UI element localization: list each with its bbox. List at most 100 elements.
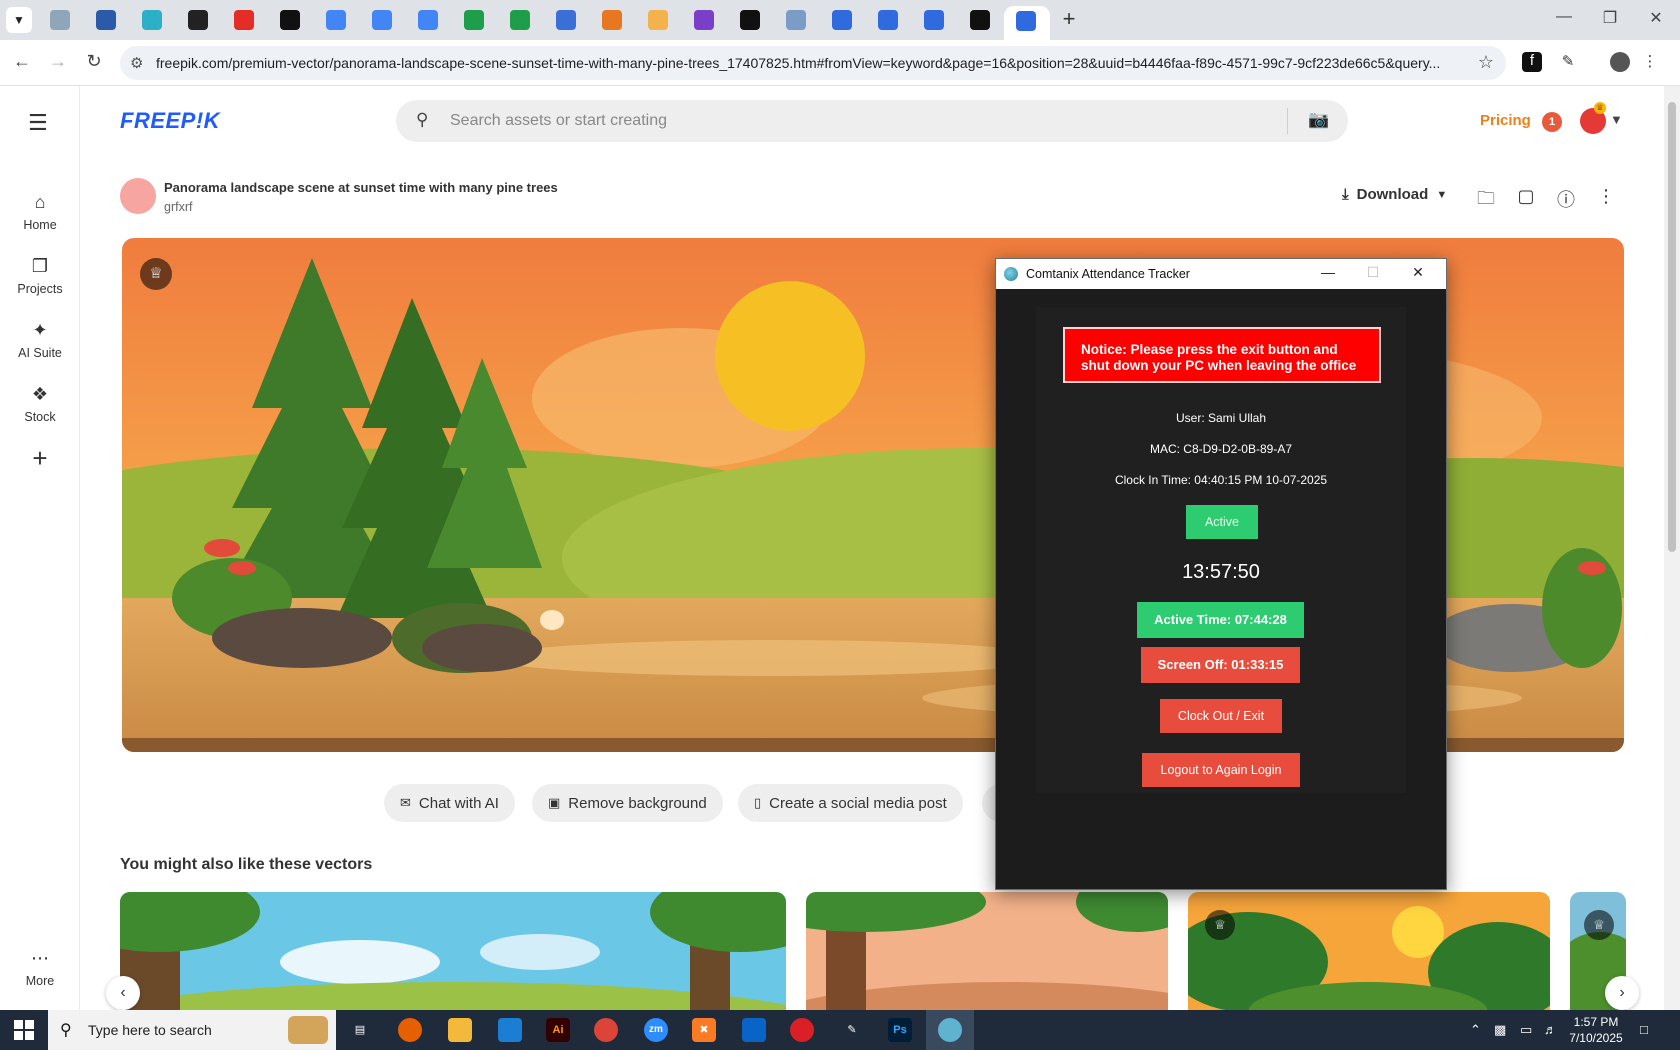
tab-favicon-icon[interactable] — [740, 10, 760, 30]
extensions-puzzle-icon[interactable]: ✎ — [1558, 52, 1578, 72]
search-input[interactable] — [450, 108, 1250, 134]
taskbar-clock[interactable]: 1:57 PM 7/10/2025 — [1566, 1014, 1626, 1046]
site-info-icon[interactable]: ⚙ — [130, 54, 143, 72]
extension-f-icon[interactable]: f — [1522, 52, 1542, 72]
camera-icon[interactable]: 📷 — [1308, 110, 1329, 130]
tab-favicon-icon[interactable] — [188, 10, 208, 30]
zoom-icon[interactable]: zm — [644, 1018, 668, 1042]
tab-search-chevron-icon[interactable]: ▼ — [6, 7, 32, 33]
tab-favicon-icon[interactable] — [832, 10, 852, 30]
chip-label: Create a social media post — [769, 794, 947, 812]
tracker-titlebar[interactable]: Comtanix Attendance Tracker — ☐ ✕ — [996, 259, 1446, 289]
tab-favicon-icon[interactable] — [878, 10, 898, 30]
recommendation-card[interactable] — [1188, 892, 1550, 1010]
new-tab-icon[interactable]: + — [1056, 6, 1082, 34]
tab-favicon-icon[interactable] — [372, 10, 392, 30]
recommendation-card[interactable] — [120, 892, 786, 1010]
reload-icon[interactable]: ↻ — [82, 51, 106, 72]
task-view-icon[interactable]: ▤ — [348, 1018, 372, 1042]
tab-favicon-icon[interactable] — [694, 10, 714, 30]
url-text[interactable]: freepik.com/premium-vector/panorama-land… — [156, 55, 1476, 71]
add-icon[interactable]: + — [20, 438, 60, 478]
chat-icon: ✉ — [400, 795, 411, 810]
chat-with-ai-button[interactable]: ✉ Chat with AI — [384, 784, 515, 822]
carousel-prev-icon[interactable]: ‹ — [106, 976, 140, 1010]
tray-chevron-up-icon[interactable]: ⌃ — [1470, 1022, 1481, 1038]
notifications-icon[interactable]: □ — [1640, 1022, 1648, 1037]
forward-icon[interactable]: → — [46, 51, 70, 72]
creative-cloud-icon[interactable] — [790, 1018, 814, 1042]
author-avatar[interactable] — [120, 178, 156, 214]
freepik-logo[interactable]: FREEP!K — [120, 108, 220, 134]
vscode-icon[interactable] — [498, 1018, 522, 1042]
volume-icon[interactable]: ♬ — [1544, 1022, 1557, 1037]
address-bar[interactable]: ⚙ freepik.com/premium-vector/panorama-la… — [120, 46, 1506, 80]
bookmark-star-icon[interactable]: ☆ — [1478, 52, 1494, 73]
tab-favicon-icon[interactable] — [234, 10, 254, 30]
chevron-down-icon[interactable]: ▼ — [1610, 112, 1623, 127]
restore-icon[interactable]: ❐ — [1590, 8, 1630, 28]
file-explorer-icon[interactable] — [448, 1018, 472, 1042]
nav-home[interactable]: ⌂ Home — [0, 192, 80, 232]
tab-favicon-icon[interactable] — [510, 10, 530, 30]
tab-favicon-icon[interactable] — [326, 10, 346, 30]
remove-background-button[interactable]: ▣ Remove background — [532, 784, 723, 822]
pricing-link[interactable]: Pricing — [1480, 112, 1531, 129]
more-options-icon[interactable]: ⋮ — [1594, 186, 1618, 207]
tab-favicon-icon[interactable] — [280, 10, 300, 30]
notification-badge[interactable]: 1 — [1542, 112, 1562, 132]
tab-favicon-icon[interactable] — [556, 10, 576, 30]
close-icon[interactable]: ✕ — [1396, 264, 1440, 281]
page-scrollbar[interactable] — [1664, 86, 1680, 1010]
tab-favicon-icon[interactable] — [142, 10, 162, 30]
recommendation-card[interactable] — [806, 892, 1168, 1010]
tab-favicon-icon[interactable] — [418, 10, 438, 30]
xampp-icon[interactable]: ✖ — [692, 1018, 716, 1042]
firefox-icon[interactable] — [398, 1018, 422, 1042]
chrome-menu-icon[interactable]: ⋮ — [1640, 52, 1660, 72]
taskbar-search[interactable]: ⚲ Type here to search — [48, 1010, 336, 1050]
profile-avatar-icon[interactable] — [1610, 52, 1630, 72]
nav-stock[interactable]: ❖ Stock — [0, 384, 80, 424]
close-window-icon[interactable]: ✕ — [1636, 8, 1676, 28]
windows-start-icon[interactable] — [14, 1020, 34, 1040]
info-icon[interactable]: ⓘ — [1554, 186, 1578, 212]
nav-more[interactable]: ⋯ More — [0, 948, 80, 988]
hamburger-menu-icon[interactable]: ☰ — [28, 110, 48, 136]
taskbar-active-app[interactable] — [926, 1010, 974, 1050]
carousel-next-icon[interactable]: › — [1605, 976, 1639, 1010]
taskbar-time: 1:57 PM — [1573, 1015, 1619, 1029]
tab-favicon-icon[interactable] — [648, 10, 668, 30]
tab-favicon-icon[interactable] — [602, 10, 622, 30]
nav-projects[interactable]: ❐ Projects — [0, 256, 80, 296]
edit-image-icon[interactable]: ▢ — [1514, 186, 1538, 207]
tab-favicon-icon[interactable] — [464, 10, 484, 30]
tab-favicon-icon[interactable] — [96, 10, 116, 30]
nav-ai-suite[interactable]: ✦ AI Suite — [0, 320, 80, 360]
chrome-icon[interactable] — [594, 1018, 618, 1042]
network-icon[interactable]: ▭ — [1520, 1022, 1532, 1038]
search-icon: ⚲ — [60, 1022, 72, 1039]
tab-favicon-icon[interactable] — [50, 10, 70, 30]
logout-button[interactable]: Logout to Again Login — [1142, 753, 1300, 787]
tab-favicon-icon[interactable] — [924, 10, 944, 30]
clock-out-button[interactable]: Clock Out / Exit — [1160, 699, 1282, 733]
maximize-icon[interactable]: ☐ — [1351, 264, 1395, 281]
pen-tool-icon[interactable]: ✎ — [840, 1018, 864, 1042]
illustrator-icon[interactable]: Ai — [546, 1018, 570, 1042]
tab-favicon-icon[interactable] — [970, 10, 990, 30]
crown-icon: ♕ — [1594, 102, 1606, 114]
outlook-icon[interactable] — [742, 1018, 766, 1042]
asset-author[interactable]: grfxrf — [164, 200, 192, 214]
scrollbar-thumb[interactable] — [1668, 102, 1676, 552]
back-icon[interactable]: ← — [10, 51, 34, 72]
tab-favicon-icon[interactable] — [786, 10, 806, 30]
download-button[interactable]: ⤓ Download ▼ — [1342, 186, 1447, 203]
tab-active[interactable] — [1004, 6, 1050, 40]
tray-app-icon[interactable]: ▩ — [1494, 1022, 1506, 1038]
minimize-icon[interactable]: — — [1544, 8, 1584, 26]
folder-add-icon[interactable]: 🗀 — [1474, 186, 1498, 216]
minimize-icon[interactable]: — — [1306, 264, 1350, 280]
social-media-post-button[interactable]: ▯ Create a social media post — [738, 784, 963, 822]
photoshop-icon[interactable]: Ps — [888, 1018, 912, 1042]
